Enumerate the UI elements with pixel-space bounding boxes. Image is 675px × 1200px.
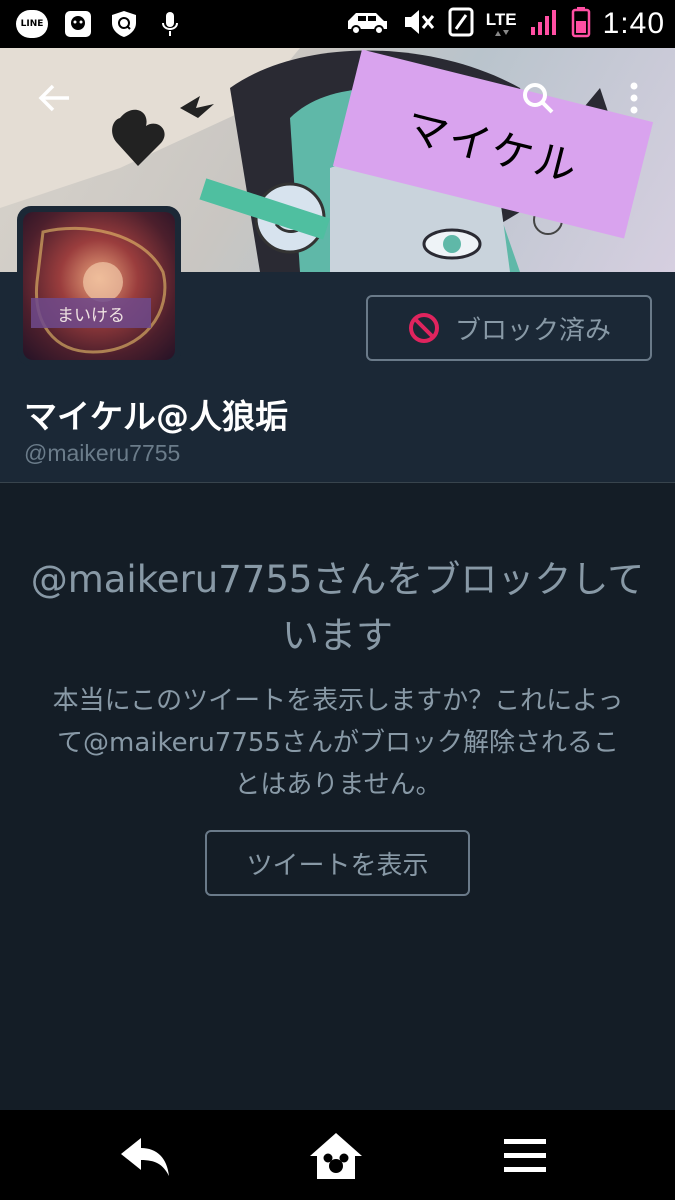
security-icon [108, 8, 140, 40]
nav-home-button[interactable] [306, 1132, 366, 1180]
line-icon: LINE [16, 8, 48, 40]
status-bar: LINE LTE 1:40 [0, 0, 675, 48]
back-arrow-icon [38, 84, 69, 112]
avatar[interactable]: まいける [17, 206, 181, 366]
more-options-button[interactable] [610, 74, 658, 122]
search-button[interactable] [514, 74, 562, 122]
home-icon [310, 1133, 362, 1179]
blocked-message-body: 本当にこのツイートを表示しますか？これによって@maikeru7755さんがブロ… [52, 686, 624, 800]
car-icon [344, 7, 390, 41]
nav-menu-button[interactable] [495, 1132, 555, 1180]
display-name: マイケル@人狼垢 [24, 397, 288, 436]
menu-icon [504, 1139, 546, 1172]
app-icon [62, 8, 94, 40]
avatar-image: まいける [23, 212, 175, 360]
blocked-button[interactable]: ブロック済み [366, 295, 652, 361]
avatar-caption: まいける [31, 298, 151, 328]
search-icon [523, 83, 554, 114]
more-vert-icon [630, 82, 638, 114]
block-icon [408, 313, 439, 343]
status-right-icons: LTE 1:40 [344, 6, 665, 42]
nfc-icon [448, 7, 474, 41]
clock: 1:40 [602, 7, 665, 40]
line-icon-label: LINE [16, 10, 48, 38]
back-icon [121, 1138, 169, 1176]
blocked-message-title: @maikeru7755さんをブロックしています [30, 558, 645, 657]
battery-icon [571, 6, 591, 42]
mute-icon [402, 7, 436, 41]
mic-icon [154, 8, 186, 40]
back-button[interactable] [30, 74, 78, 122]
signal-icon [529, 7, 559, 41]
user-handle: @maikeru7755 [24, 440, 181, 466]
blocked-button-label: ブロック済み [454, 315, 611, 346]
nav-back-button[interactable] [116, 1132, 176, 1180]
divider [0, 482, 675, 483]
view-tweets-button[interactable]: ツイートを表示 [205, 830, 470, 896]
network-label: LTE [485, 9, 517, 29]
status-left-icons: LINE [16, 8, 186, 40]
network-indicator: LTE [486, 11, 517, 38]
system-nav-bar [0, 1110, 675, 1200]
